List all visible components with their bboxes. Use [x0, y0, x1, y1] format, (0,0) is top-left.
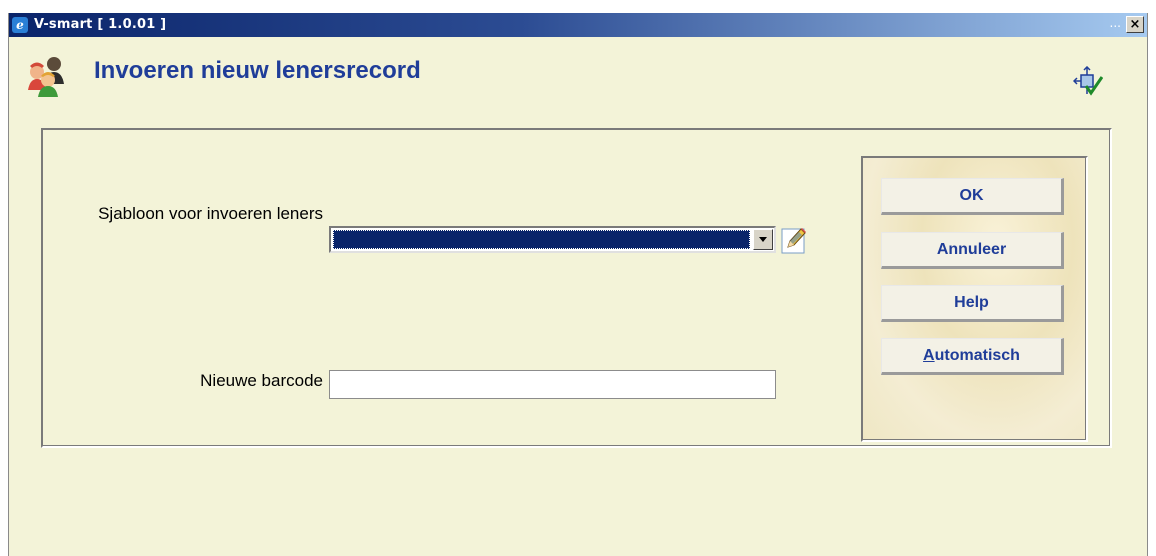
automatic-button-accesskey: A — [923, 347, 935, 364]
template-select[interactable] — [329, 226, 776, 253]
chevron-down-icon — [759, 237, 767, 242]
users-icon — [28, 57, 64, 97]
automatic-button-label: utomatisch — [934, 347, 1020, 364]
move-check-icon[interactable] — [1073, 66, 1103, 96]
title-bar[interactable]: e V-smart [ 1.0.01 ] ... × — [9, 13, 1147, 37]
template-label: Sjabloon voor invoeren leners — [98, 204, 323, 223]
barcode-label: Nieuwe barcode — [200, 371, 323, 390]
pencil-icon[interactable] — [781, 226, 807, 254]
ok-button[interactable]: OK — [881, 178, 1064, 215]
template-selected-value — [333, 230, 750, 249]
dropdown-button[interactable] — [753, 229, 773, 250]
close-button[interactable]: × — [1126, 16, 1144, 33]
help-button[interactable]: Help — [881, 285, 1064, 322]
page-title: Invoeren nieuw lenersrecord — [94, 57, 421, 84]
cancel-button[interactable]: Annuleer — [881, 232, 1064, 269]
automatic-button[interactable]: Automatisch — [881, 338, 1064, 375]
title-dots: ... — [1109, 16, 1121, 30]
barcode-input[interactable] — [329, 370, 776, 399]
browser-icon: e — [12, 17, 28, 33]
window-title: V-smart [ 1.0.01 ] — [34, 17, 167, 32]
